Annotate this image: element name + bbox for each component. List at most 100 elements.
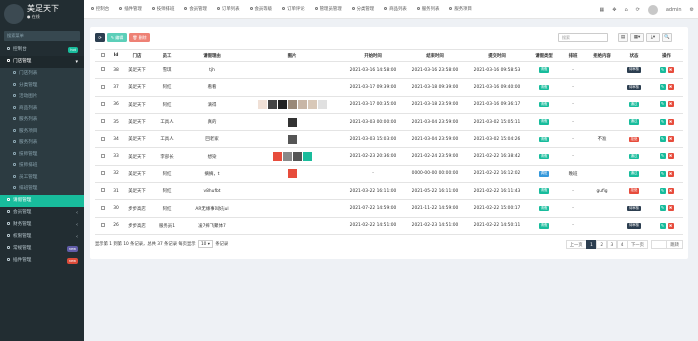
page-size-select[interactable]: 10 ▾ <box>197 240 213 248</box>
leave-image-thumbnail[interactable] <box>287 134 297 144</box>
row-checkbox[interactable] <box>100 188 105 193</box>
row-delete-icon[interactable]: ✖ <box>667 153 674 160</box>
sidebar-search-input[interactable]: 搜索菜单 <box>4 31 80 41</box>
row-select-cell[interactable] <box>95 61 110 80</box>
row-checkbox[interactable] <box>100 205 105 210</box>
row-checkbox[interactable] <box>100 153 105 158</box>
row-select-cell[interactable] <box>95 147 110 166</box>
sidebar-item-6[interactable]: 服务列表 <box>0 114 84 126</box>
leave-image-thumbnail[interactable] <box>317 100 327 110</box>
tab-8[interactable]: 分类管理 <box>347 0 380 19</box>
tab-11[interactable]: 服务项目 <box>444 0 477 19</box>
sidebar-item-4[interactable]: 活动图片 <box>0 91 84 103</box>
row-edit-icon[interactable]: ✎ <box>659 222 666 229</box>
leave-image-thumbnail[interactable] <box>287 169 297 179</box>
row-select-cell[interactable] <box>95 199 110 218</box>
sidebar-item-15[interactable]: 财务管理 ‹ <box>0 219 84 231</box>
sidebar-item-16[interactable]: 权限管理 ‹ <box>0 231 84 243</box>
row-checkbox[interactable] <box>100 223 105 228</box>
leave-image-thumbnail[interactable] <box>282 152 292 162</box>
sidebar-item-7[interactable]: 服务项目 <box>0 125 84 137</box>
row-edit-icon[interactable]: ✎ <box>659 136 666 143</box>
row-select-cell[interactable] <box>95 78 110 97</box>
row-delete-icon[interactable]: ✖ <box>667 170 674 177</box>
sidebar-item-17[interactable]: 常规管理 new <box>0 243 84 255</box>
row-select-cell[interactable] <box>95 96 110 114</box>
admin-name[interactable]: admin <box>666 7 682 13</box>
leave-image-thumbnail[interactable] <box>257 100 267 110</box>
leave-image-thumbnail[interactable] <box>272 152 282 162</box>
row-edit-icon[interactable]: ✎ <box>659 101 666 108</box>
tab-3[interactable]: 会员管理 <box>179 0 212 19</box>
row-delete-icon[interactable]: ✖ <box>667 205 674 212</box>
page-4-button[interactable]: 4 <box>616 240 628 249</box>
refresh-icon[interactable]: ⟳ <box>636 7 640 13</box>
tab-7[interactable]: 管理员管理 <box>310 0 347 19</box>
leave-image-thumbnail[interactable] <box>287 100 297 110</box>
sidebar-item-1[interactable]: 门店管理 ▾ <box>0 56 84 68</box>
leave-image-thumbnail[interactable] <box>277 100 287 110</box>
row-edit-icon[interactable]: ✎ <box>659 187 666 194</box>
sidebar-item-9[interactable]: 技师管理 <box>0 148 84 160</box>
row-select-cell[interactable] <box>95 217 110 235</box>
row-delete-icon[interactable]: ✖ <box>667 118 674 125</box>
leave-image-thumbnail[interactable] <box>287 117 297 127</box>
tab-4[interactable]: 订单列表 <box>212 0 245 19</box>
sidebar-item-12[interactable]: 排班管理 <box>0 183 84 195</box>
select-all-header[interactable] <box>95 49 110 62</box>
list-view-icon[interactable]: ▤ <box>618 33 628 42</box>
leave-image-thumbnail[interactable] <box>297 100 307 110</box>
grid-menu-icon[interactable]: ▦ <box>600 7 605 13</box>
tab-9[interactable]: 商品列表 <box>379 0 412 19</box>
page-3-button[interactable]: 3 <box>606 240 618 249</box>
sidebar-item-8[interactable]: 服务列表 <box>0 137 84 149</box>
row-delete-icon[interactable]: ✖ <box>667 222 674 229</box>
sidebar-item-3[interactable]: 分类管理 <box>0 79 84 91</box>
row-edit-icon[interactable]: ✎ <box>659 153 666 160</box>
row-select-cell[interactable] <box>95 182 110 201</box>
row-select-cell[interactable] <box>95 130 110 149</box>
home-icon[interactable]: ⌂ <box>624 7 627 13</box>
tab-10[interactable]: 服务列表 <box>412 0 445 19</box>
sidebar-item-10[interactable]: 技师排班 <box>0 160 84 172</box>
advanced-search-icon[interactable]: 🔍 <box>662 33 672 42</box>
prev-page-button[interactable]: 上一页 <box>565 240 587 249</box>
columns-toggle-icon[interactable]: ▦▾ <box>630 33 644 42</box>
tab-6[interactable]: 订单评论 <box>277 0 310 19</box>
tab-5[interactable]: 会员等级 <box>245 0 278 19</box>
leave-image-thumbnail[interactable] <box>267 100 277 110</box>
edit-button[interactable]: ✎ 编辑 <box>107 33 127 42</box>
row-delete-icon[interactable]: ✖ <box>667 66 674 73</box>
admin-avatar[interactable] <box>647 4 658 15</box>
sidebar-item-13[interactable]: 请假管理 <box>0 194 84 207</box>
sidebar-item-5[interactable]: 商品列表 <box>0 102 84 114</box>
leave-image-thumbnail[interactable] <box>292 152 302 162</box>
sidebar-item-2[interactable]: 门店列表 <box>0 68 84 80</box>
sidebar-item-11[interactable]: 员工管理 <box>0 171 84 183</box>
settings-gear-icon[interactable]: ⚙ <box>690 7 694 13</box>
page-1-button[interactable]: 1 <box>586 240 597 249</box>
sidebar-item-14[interactable]: 会员管理 ‹ <box>0 207 84 219</box>
row-delete-icon[interactable]: ✖ <box>667 136 674 143</box>
row-checkbox[interactable] <box>100 67 105 72</box>
leave-image-thumbnail[interactable] <box>302 152 312 162</box>
row-delete-icon[interactable]: ✖ <box>667 187 674 194</box>
select-all-checkbox[interactable] <box>100 52 105 57</box>
sidebar-item-0[interactable]: 控制台 hot <box>0 44 84 56</box>
delete-button[interactable]: 🗑 删除 <box>129 33 150 42</box>
row-checkbox[interactable] <box>100 136 105 141</box>
row-checkbox[interactable] <box>100 84 105 89</box>
sidebar-item-18[interactable]: 插件管理 new <box>0 255 84 267</box>
next-page-button[interactable]: 下一页 <box>627 240 648 249</box>
row-delete-icon[interactable]: ✖ <box>667 101 674 108</box>
row-edit-icon[interactable]: ✎ <box>659 205 666 212</box>
row-select-cell[interactable] <box>95 165 110 184</box>
row-edit-icon[interactable]: ✎ <box>659 118 666 125</box>
fullscreen-icon[interactable]: ✥ <box>612 7 616 13</box>
row-select-cell[interactable] <box>95 113 110 132</box>
page-2-button[interactable]: 2 <box>596 240 608 249</box>
goto-page-button[interactable]: 跳转 <box>666 240 683 249</box>
refresh-button[interactable]: ⟳ <box>95 33 105 42</box>
tab-1[interactable]: 插件管理 <box>114 0 147 19</box>
export-icon[interactable]: ⤓▾ <box>646 33 660 42</box>
